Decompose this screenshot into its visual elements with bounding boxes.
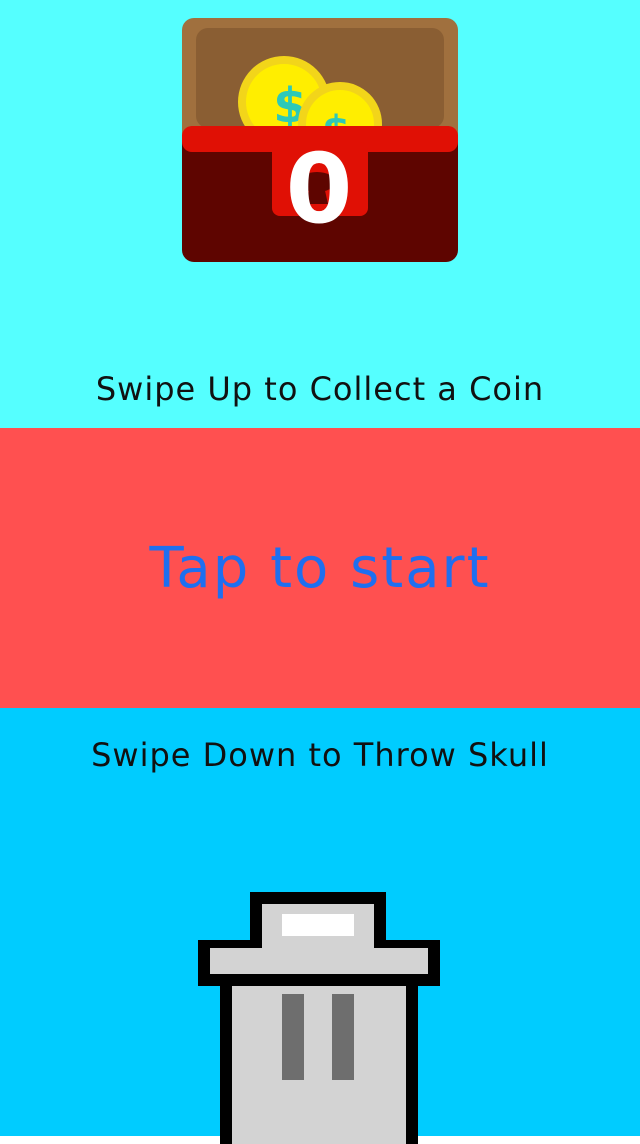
collect-zone[interactable]: $ $ 0 Swipe Up to Collect a Coin (0, 0, 640, 428)
tap-to-start-label[interactable]: Tap to start (149, 536, 490, 601)
start-zone[interactable]: Tap to start (0, 428, 640, 708)
throw-zone[interactable]: Swipe Down to Throw Skull (0, 708, 640, 1144)
treasure-chest-icon: $ $ 0 (182, 18, 458, 262)
swipe-up-hint: Swipe Up to Collect a Coin (95, 370, 545, 408)
coin-count: 0 (286, 133, 353, 245)
swipe-down-hint: Swipe Down to Throw Skull (91, 736, 549, 774)
trash-can-icon (198, 892, 440, 1144)
